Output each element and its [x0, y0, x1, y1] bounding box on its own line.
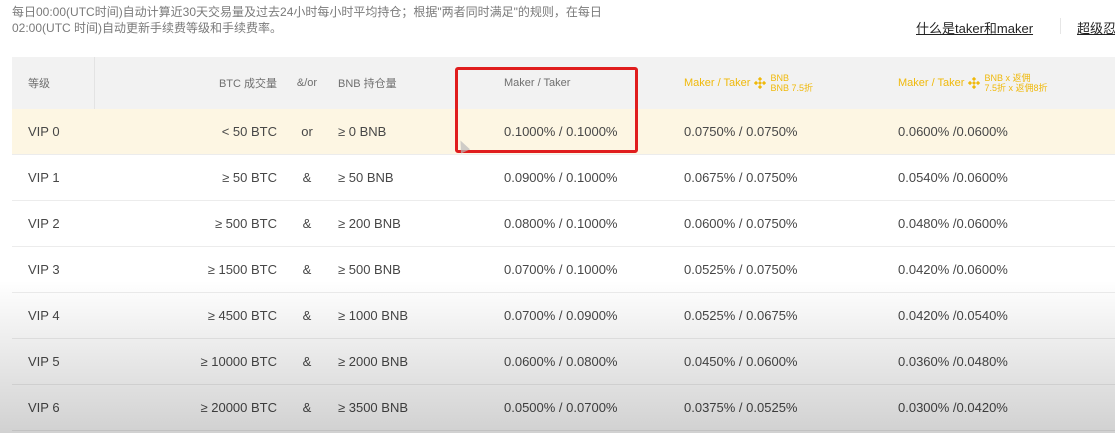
cell-maker-taker-referral: 0.0420% /0.0600%: [898, 262, 1008, 277]
cell-btc-volume: ≥ 1500 BTC: [207, 262, 277, 277]
header-maker-taker-bnb-referral: Maker / Taker BNB x 返佣 7.5折 x 返佣8折: [898, 57, 1047, 109]
cell-maker-taker: 0.0700% / 0.0900%: [504, 308, 618, 323]
cell-and-or: &: [302, 354, 312, 369]
cell-bnb-holding: ≥ 0 BNB: [338, 124, 387, 139]
cell-level: VIP 1: [28, 170, 60, 185]
bnb-icon: [754, 77, 767, 89]
cell-maker-taker-bnb: 0.0675% / 0.0750%: [684, 170, 798, 185]
fee-description-line2: 02:00(UTC 时间)自动更新手续费等级和手续费率。: [12, 21, 283, 35]
table-row: VIP 2 ≥ 500 BTC & ≥ 200 BNB 0.0800% / 0.…: [12, 201, 1115, 247]
table-row: VIP 3 ≥ 1500 BTC & ≥ 500 BNB 0.0700% / 0…: [12, 247, 1115, 293]
header-level: 等级: [28, 78, 50, 90]
table-row: VIP 5 ≥ 10000 BTC & ≥ 2000 BNB 0.0600% /…: [12, 339, 1115, 385]
super-link[interactable]: 超级忍: [1077, 18, 1115, 37]
cell-bnb-holding: ≥ 500 BNB: [338, 262, 401, 277]
fee-description: 每日00:00(UTC时间)自动计算近30天交易量及过去24小时每小时平均持仓；…: [12, 4, 732, 36]
cell-maker-taker-referral: 0.0600% /0.0600%: [898, 124, 1008, 139]
cell-bnb-holding: ≥ 50 BNB: [338, 170, 394, 185]
cell-btc-volume: ≥ 20000 BTC: [200, 400, 277, 415]
cell-and-or: &: [302, 400, 312, 415]
cell-maker-taker-referral: 0.0480% /0.0600%: [898, 216, 1008, 231]
cell-and-or: &: [302, 216, 312, 231]
fee-table-body: VIP 0 < 50 BTC or ≥ 0 BNB 0.1000% / 0.10…: [12, 109, 1115, 431]
header-bnb-sub2: BNB 7.5折: [770, 83, 813, 93]
cell-level: VIP 0: [28, 124, 60, 139]
cell-maker-taker: 0.0600% / 0.0800%: [504, 354, 618, 369]
table-row: VIP 0 < 50 BTC or ≥ 0 BNB 0.1000% / 0.10…: [12, 109, 1115, 155]
header-and-or: &/or: [296, 77, 318, 89]
cell-maker-taker-bnb: 0.0375% / 0.0525%: [684, 400, 798, 415]
cell-btc-volume: ≥ 50 BTC: [222, 170, 277, 185]
cell-level: VIP 5: [28, 354, 60, 369]
cell-and-or: &: [302, 308, 312, 323]
table-row: VIP 1 ≥ 50 BTC & ≥ 50 BNB 0.0900% / 0.10…: [12, 155, 1115, 201]
cell-maker-taker-bnb: 0.0525% / 0.0675%: [684, 308, 798, 323]
header-bnb-holding: BNB 持仓量: [338, 78, 397, 90]
header-maker-taker-ref-label: Maker / Taker: [898, 77, 965, 89]
cell-maker-taker: 0.0800% / 0.1000%: [504, 216, 618, 231]
cell-bnb-holding: ≥ 200 BNB: [338, 216, 401, 231]
what-is-taker-maker-link[interactable]: 什么是taker和maker: [916, 18, 1033, 37]
cell-level: VIP 3: [28, 262, 60, 277]
cell-level: VIP 2: [28, 216, 60, 231]
cell-btc-volume: ≥ 4500 BTC: [207, 308, 277, 323]
cell-maker-taker-bnb: 0.0450% / 0.0600%: [684, 354, 798, 369]
cell-maker-taker-bnb: 0.0600% / 0.0750%: [684, 216, 798, 231]
cell-bnb-holding: ≥ 1000 BNB: [338, 308, 409, 323]
cell-maker-taker-referral: 0.0360% /0.0480%: [898, 354, 1008, 369]
cell-bnb-holding: ≥ 2000 BNB: [338, 354, 409, 369]
bnb-icon: [968, 77, 981, 89]
fee-table: 等级 BTC 成交量 &/or BNB 持仓量 Maker / Taker Ma…: [12, 57, 1115, 431]
link-divider: [1060, 18, 1061, 34]
cell-maker-taker: 0.0900% / 0.1000%: [504, 170, 618, 185]
cell-and-or: &: [302, 262, 312, 277]
header-bnb-sub1: BNB: [770, 73, 789, 83]
cell-maker-taker: 0.0700% / 0.1000%: [504, 262, 618, 277]
cell-maker-taker-bnb: 0.0750% / 0.0750%: [684, 124, 798, 139]
cell-maker-taker-referral: 0.0540% /0.0600%: [898, 170, 1008, 185]
cell-maker-taker-referral: 0.0300% /0.0420%: [898, 400, 1008, 415]
cell-level: VIP 4: [28, 308, 60, 323]
cell-maker-taker: 0.0500% / 0.0700%: [504, 400, 618, 415]
cell-maker-taker-referral: 0.0420% /0.0540%: [898, 308, 1008, 323]
column-divider: [94, 57, 95, 109]
cell-level: VIP 6: [28, 400, 60, 415]
cell-maker-taker: 0.1000% / 0.1000%: [504, 124, 618, 139]
table-row: VIP 6 ≥ 20000 BTC & ≥ 3500 BNB 0.0500% /…: [12, 385, 1115, 431]
cell-maker-taker-bnb: 0.0525% / 0.0750%: [684, 262, 798, 277]
header-maker-taker-ref-sub: BNB x 返佣 7.5折 x 返佣8折: [984, 73, 1047, 93]
header-maker-taker-bnb-sub: BNB BNB 7.5折: [770, 73, 813, 93]
header-maker-taker: Maker / Taker: [504, 77, 571, 89]
cell-btc-volume: < 50 BTC: [221, 124, 277, 139]
header-maker-taker-bnb: Maker / Taker BNB BNB 7.5折: [684, 57, 813, 109]
cell-bnb-holding: ≥ 3500 BNB: [338, 400, 409, 415]
header-maker-taker-bnb-label: Maker / Taker: [684, 77, 751, 89]
fee-description-line1: 每日00:00(UTC时间)自动计算近30天交易量及过去24小时每小时平均持仓；…: [12, 5, 602, 19]
cell-btc-volume: ≥ 10000 BTC: [200, 354, 277, 369]
table-row: VIP 4 ≥ 4500 BTC & ≥ 1000 BNB 0.0700% / …: [12, 293, 1115, 339]
header-btc-volume: BTC 成交量: [218, 78, 277, 90]
cell-btc-volume: ≥ 500 BTC: [214, 216, 277, 231]
header-ref-sub2: 7.5折 x 返佣8折: [984, 83, 1048, 93]
fee-table-header: 等级 BTC 成交量 &/or BNB 持仓量 Maker / Taker Ma…: [12, 57, 1115, 109]
header-ref-sub1: BNB x 返佣: [984, 73, 1031, 83]
cell-and-or: &: [302, 170, 312, 185]
cell-and-or: or: [301, 124, 313, 139]
